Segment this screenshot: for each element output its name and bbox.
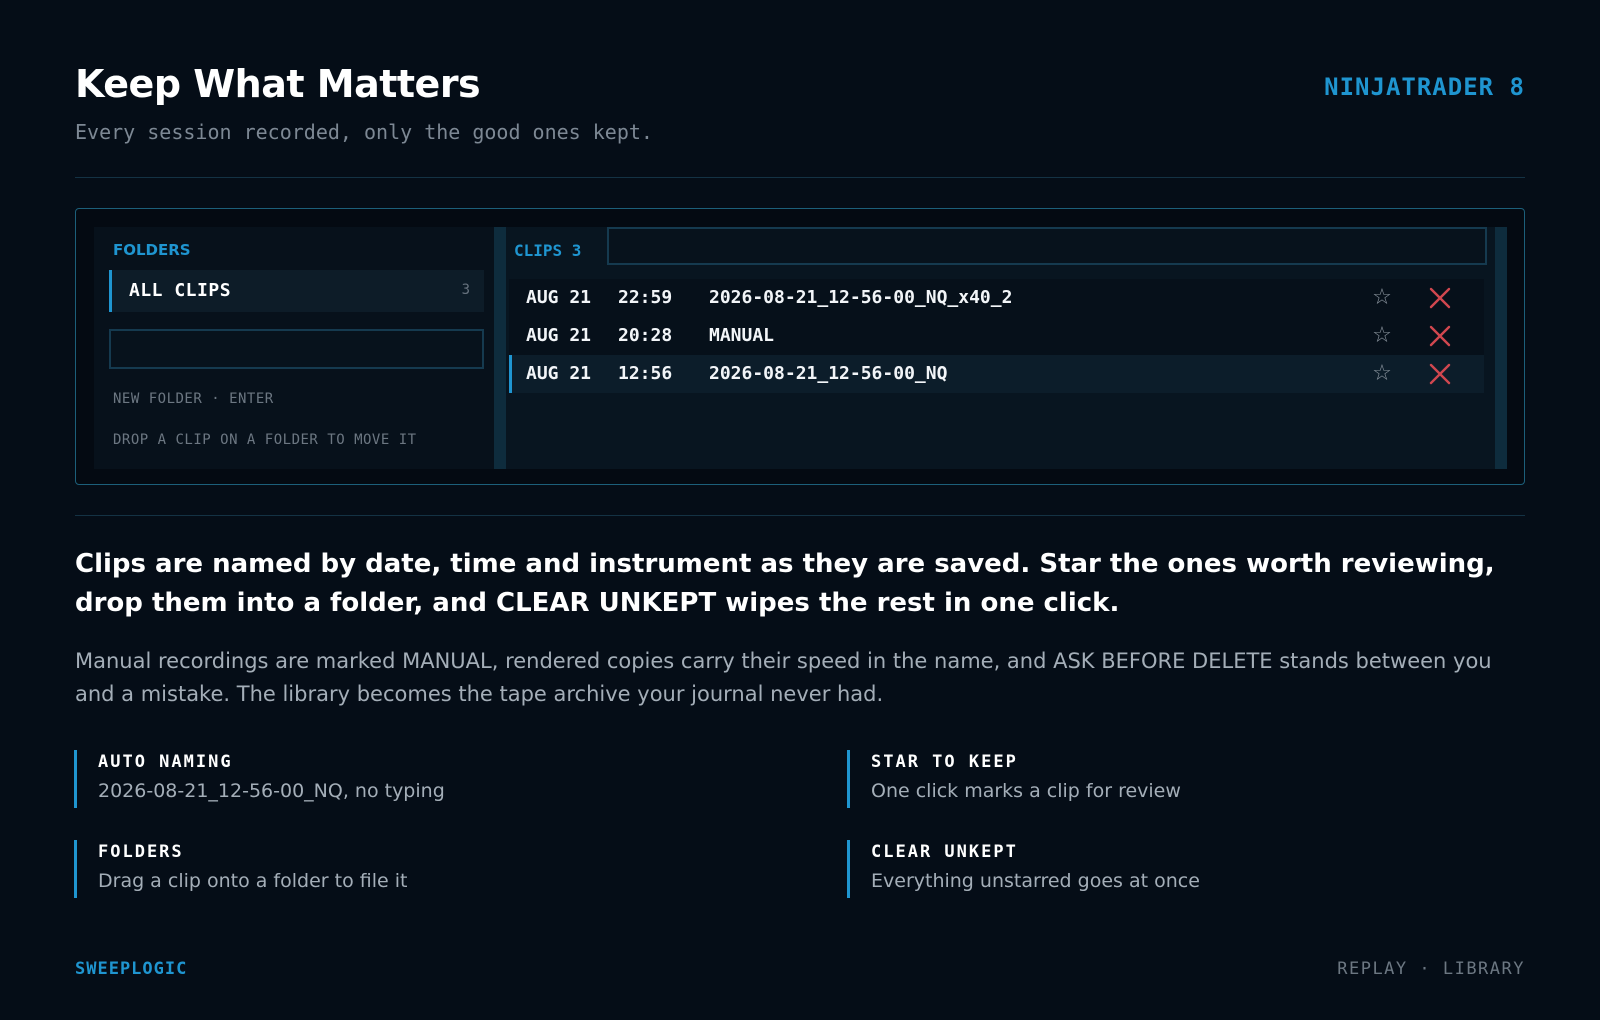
clip-date: AUG 21 — [526, 325, 592, 346]
clip-search-input[interactable] — [607, 227, 1487, 265]
clip-name: 2026-08-21_12-56-00_NQ_x40_2 — [709, 287, 1013, 308]
clip-list: AUG 21 22:59 2026-08-21_12-56-00_NQ_x40_… — [509, 279, 1484, 393]
folders-panel: FOLDERS ALL CLIPS 3 NEW FOLDER · ENTER D… — [94, 227, 494, 469]
star-icon[interactable]: ☆ — [1369, 285, 1395, 311]
clip-name: MANUAL — [709, 325, 775, 346]
close-icon[interactable] — [1427, 285, 1453, 311]
star-icon[interactable]: ☆ — [1369, 323, 1395, 349]
folder-item-count: 3 — [461, 282, 470, 298]
drop-clip-hint: DROP A CLIP ON A FOLDER TO MOVE IT — [113, 432, 417, 448]
folder-item-all-clips[interactable]: ALL CLIPS 3 — [109, 270, 484, 312]
footer-brand: SWEEPLOGIC — [75, 959, 188, 979]
divider-middle — [75, 515, 1525, 516]
clip-date: AUG 21 — [526, 363, 592, 384]
feature-title: STAR TO KEEP — [871, 752, 1018, 772]
feature-folders: FOLDERS Drag a clip onto a folder to fil… — [74, 840, 674, 898]
page-subtitle: Every session recorded, only the good on… — [75, 120, 653, 144]
feature-desc: 2026-08-21_12-56-00_NQ, no typing — [98, 780, 445, 802]
folders-heading: FOLDERS — [113, 241, 191, 259]
clip-row-selected[interactable]: AUG 21 12:56 2026-08-21_12-56-00_NQ ☆ — [509, 355, 1484, 393]
new-folder-input[interactable] — [109, 329, 484, 369]
feature-desc: Drag a clip onto a folder to file it — [98, 870, 408, 892]
clip-library-window: FOLDERS ALL CLIPS 3 NEW FOLDER · ENTER D… — [75, 208, 1525, 485]
clip-name: 2026-08-21_12-56-00_NQ — [709, 363, 948, 384]
feature-title: CLEAR UNKEPT — [871, 842, 1018, 862]
footer-section: REPLAY · LIBRARY — [1337, 959, 1525, 979]
feature-clear-unkept: CLEAR UNKEPT Everything unstarred goes a… — [847, 840, 1447, 898]
feature-title: AUTO NAMING — [98, 752, 233, 772]
clip-time: 12:56 — [618, 363, 673, 384]
body-paragraph: Manual recordings are marked MANUAL, ren… — [75, 649, 1492, 706]
star-icon[interactable]: ☆ — [1369, 361, 1395, 387]
feature-desc: Everything unstarred goes at once — [871, 870, 1200, 892]
folder-item-label: ALL CLIPS — [129, 280, 232, 301]
clips-panel: CLIPS 3 AUG 21 22:59 2026-08-21_12-56-00… — [494, 227, 1507, 469]
feature-auto-naming: AUTO NAMING 2026-08-21_12-56-00_NQ, no t… — [74, 750, 674, 808]
close-icon[interactable] — [1427, 323, 1453, 349]
feature-desc: One click marks a clip for review — [871, 780, 1181, 802]
clips-heading: CLIPS 3 — [514, 241, 582, 260]
new-folder-hint: NEW FOLDER · ENTER — [113, 391, 274, 407]
clip-time: 20:28 — [618, 325, 673, 346]
clip-row[interactable]: AUG 21 22:59 2026-08-21_12-56-00_NQ_x40_… — [509, 279, 1484, 317]
clip-row[interactable]: AUG 21 20:28 MANUAL ☆ — [509, 317, 1484, 355]
page-title: Keep What Matters — [75, 62, 481, 106]
clip-date: AUG 21 — [526, 287, 592, 308]
brand-label: NINJATRADER 8 — [1324, 73, 1525, 101]
feature-star-to-keep: STAR TO KEEP One click marks a clip for … — [847, 750, 1447, 808]
feature-title: FOLDERS — [98, 842, 184, 862]
lead-paragraph: Clips are named by date, time and instru… — [75, 549, 1495, 618]
close-icon[interactable] — [1427, 361, 1453, 387]
clip-time: 22:59 — [618, 287, 673, 308]
divider-top — [75, 177, 1525, 178]
